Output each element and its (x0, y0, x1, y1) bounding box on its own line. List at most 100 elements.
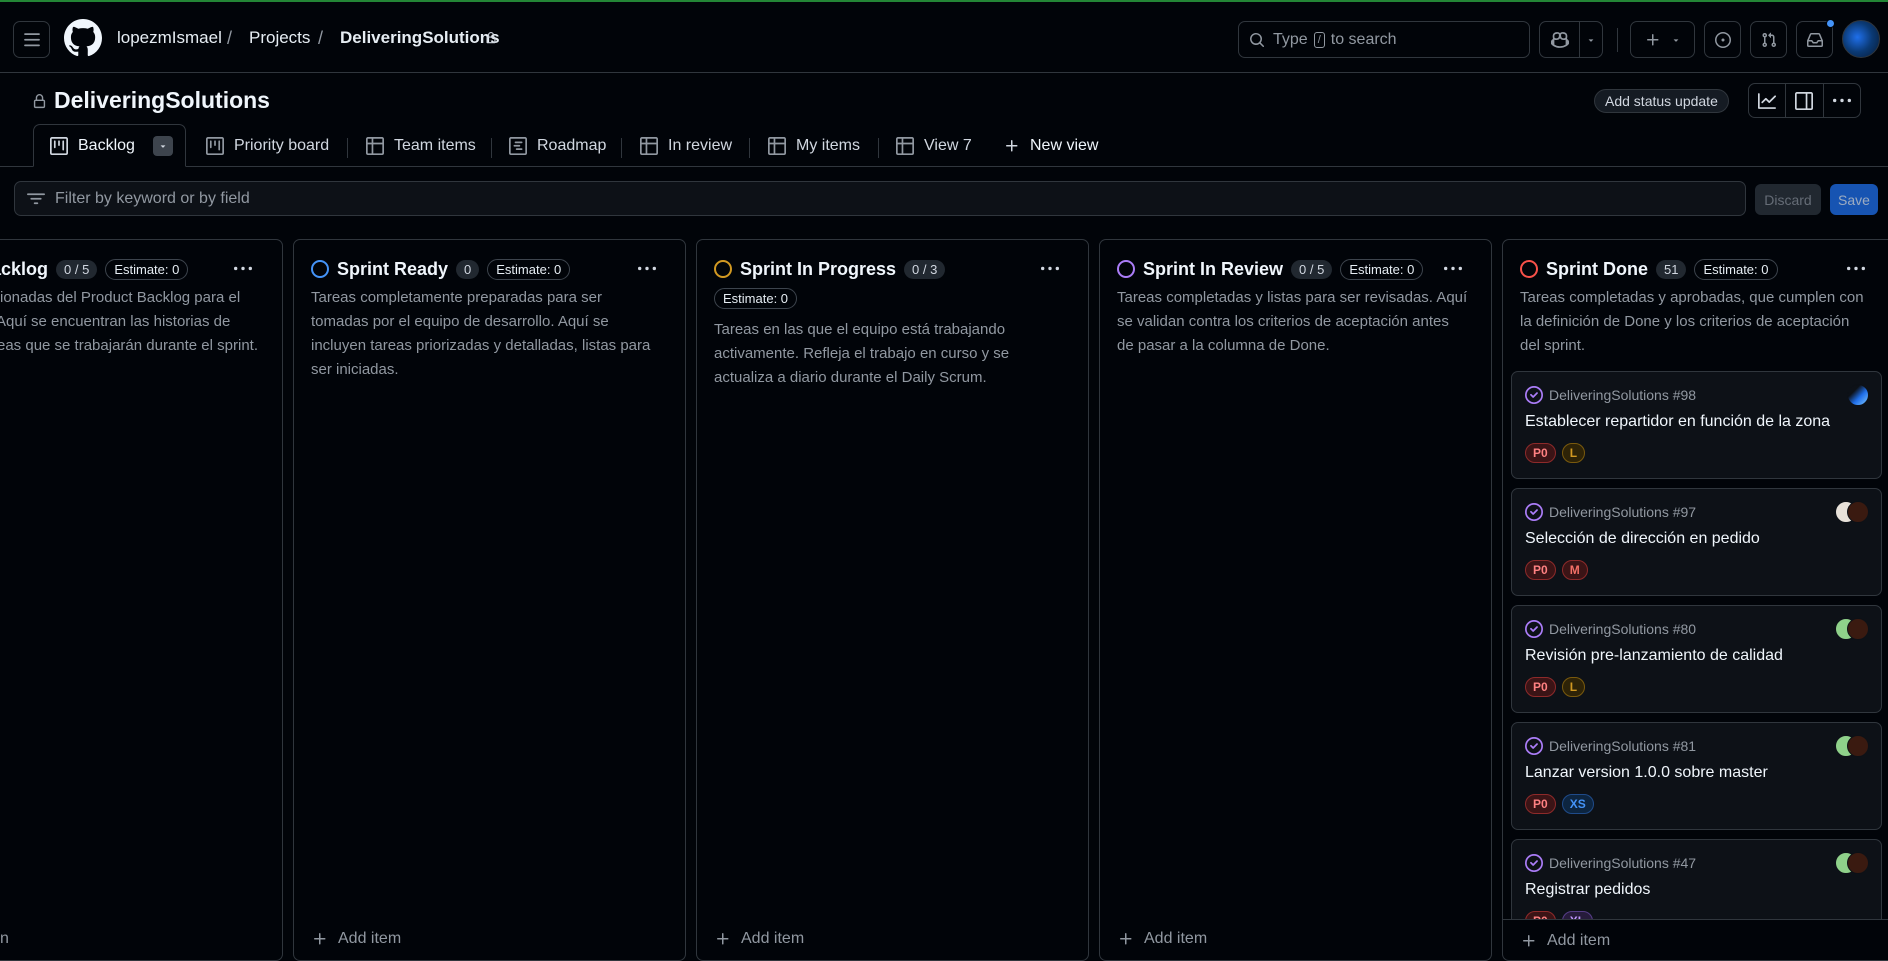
card-labels: P0 L (1525, 677, 1586, 697)
hamburger-menu-button[interactable] (13, 21, 50, 58)
issue-card[interactable]: DeliveringSolutions #81 Lanzar version 1… (1511, 722, 1882, 830)
add-item-button[interactable]: Add item (312, 930, 401, 948)
add-item-label: Add item (1144, 930, 1208, 947)
issue-card[interactable]: DeliveringSolutions #47 Registrar pedido… (1511, 839, 1882, 919)
column-title[interactable]: Sprint Done (1546, 259, 1648, 280)
user-avatar[interactable] (1842, 20, 1880, 58)
assignee-avatar[interactable] (1847, 735, 1869, 757)
board-column-backlog: Backlog 0 / 5 Estimate: 0 ionadas del Pr… (0, 239, 283, 961)
add-item-button[interactable]: n (0, 930, 9, 948)
card-repo-ref[interactable]: DeliveringSolutions #80 (1549, 621, 1696, 637)
create-new-button[interactable] (1630, 21, 1695, 58)
tab-roadmap[interactable]: Roadmap (509, 124, 606, 167)
assignee-avatar[interactable] (1847, 384, 1869, 406)
pull-requests-button[interactable] (1750, 21, 1787, 58)
tab-label: Roadmap (537, 136, 607, 154)
issue-card[interactable]: DeliveringSolutions #80 Revisión pre-lan… (1511, 605, 1882, 713)
breadcrumb-project[interactable]: DeliveringSolutions (340, 28, 500, 48)
column-description: Tareas completadas y aprobadas, que cump… (1520, 286, 1864, 358)
card-repo-ref[interactable]: DeliveringSolutions #97 (1549, 504, 1696, 520)
priority-label[interactable]: P0 (1525, 443, 1556, 463)
tab-team-items[interactable]: Team items (366, 124, 476, 167)
chevron-down-icon[interactable] (1580, 35, 1602, 45)
size-label[interactable]: XS (1561, 794, 1594, 814)
kebab-horizontal-icon (1832, 98, 1851, 102)
global-search-input[interactable]: Type / to search (1238, 21, 1530, 58)
card-repo-ref[interactable]: DeliveringSolutions #47 (1549, 855, 1696, 871)
insights-button[interactable] (1749, 84, 1787, 117)
card-repo-ref[interactable]: DeliveringSolutions #98 (1549, 387, 1696, 403)
board-column-sprint-in-progress: Sprint In Progress 0 / 3 Estimate: 0 Tar… (696, 239, 1089, 961)
assignee-avatar[interactable] (1847, 618, 1869, 640)
column-title[interactable]: Sprint In Review (1143, 259, 1283, 280)
size-label[interactable]: L (1561, 443, 1586, 463)
more-options-button[interactable] (1824, 84, 1860, 117)
card-repo-ref[interactable]: DeliveringSolutions #81 (1549, 738, 1696, 754)
column-menu-button[interactable] (1440, 258, 1466, 280)
issue-card[interactable]: DeliveringSolutions #97 Selección de dir… (1511, 488, 1882, 596)
breadcrumb-projects[interactable]: Projects (249, 28, 310, 48)
new-view-button[interactable]: New view (1004, 124, 1098, 167)
column-title[interactable]: Backlog (0, 259, 48, 280)
tab-my-items[interactable]: My items (768, 124, 860, 167)
search-icon (1250, 32, 1265, 47)
description-line: la definición de Done y los criterios de… (1520, 313, 1850, 330)
priority-label[interactable]: P0 (1525, 911, 1556, 919)
filter-input[interactable]: Filter by keyword or by field (14, 181, 1746, 216)
issues-button[interactable] (1704, 21, 1741, 58)
column-count: 51 (1656, 259, 1687, 279)
table-icon (768, 136, 786, 155)
project-title[interactable]: DeliveringSolutions (54, 87, 270, 114)
copilot-button[interactable] (1539, 21, 1603, 58)
tab-in-review[interactable]: In review (640, 124, 732, 167)
save-button[interactable]: Save (1830, 184, 1878, 215)
table-icon (640, 136, 658, 155)
column-menu-button[interactable] (1843, 258, 1869, 280)
assignee-avatars (1835, 501, 1869, 523)
chevron-down-icon (160, 144, 166, 148)
tab-options-dropdown[interactable] (152, 135, 173, 156)
copilot-icon (1550, 31, 1569, 48)
issue-card[interactable]: DeliveringSolutions #98 Establecer repar… (1511, 371, 1882, 479)
priority-label[interactable]: P0 (1525, 677, 1556, 697)
card-title[interactable]: Registrar pedidos (1525, 881, 1650, 899)
breadcrumb-owner[interactable]: lopezmIsmael (117, 28, 222, 48)
priority-label[interactable]: P0 (1525, 794, 1556, 814)
add-item-button[interactable]: Add item (1521, 932, 1610, 950)
issue-closed-icon (1525, 386, 1543, 404)
tab-backlog[interactable]: Backlog (33, 124, 186, 167)
column-title[interactable]: Sprint Ready (337, 259, 448, 280)
side-panel-button[interactable] (1786, 84, 1824, 117)
tab-divider (621, 138, 622, 158)
add-item-button[interactable]: Add item (1118, 930, 1207, 948)
column-description: Tareas completamente preparadas para ser… (311, 286, 650, 382)
card-title[interactable]: Revisión pre-lanzamiento de calidad (1525, 647, 1783, 665)
size-label[interactable]: L (1561, 677, 1586, 697)
size-label[interactable]: M (1561, 560, 1588, 580)
filter-placeholder: Filter by keyword or by field (55, 189, 250, 207)
column-menu-button[interactable] (230, 258, 256, 280)
column-menu-button[interactable] (1037, 258, 1063, 280)
priority-label[interactable]: P0 (1525, 560, 1556, 580)
description-line: Aquí se encuentran las historias de (0, 313, 231, 330)
status-circle-icon (311, 260, 329, 278)
column-title[interactable]: Sprint In Progress (740, 259, 896, 280)
board-column-sprint-in-review: Sprint In Review 0 / 5 Estimate: 0 Tarea… (1099, 239, 1492, 961)
add-item-button[interactable]: Add item (715, 930, 804, 948)
github-logo-icon[interactable] (64, 19, 102, 57)
notification-dot (1826, 19, 1835, 28)
size-label[interactable]: XL (1561, 911, 1594, 919)
card-title[interactable]: Lanzar version 1.0.0 sobre master (1525, 764, 1768, 782)
card-title[interactable]: Selección de dirección en pedido (1525, 530, 1760, 548)
column-menu-button[interactable] (634, 258, 660, 280)
assignee-avatar[interactable] (1847, 501, 1869, 523)
tab-priority-board[interactable]: Priority board (206, 124, 329, 167)
add-status-update-button[interactable]: Add status update (1594, 89, 1729, 113)
column-estimate: Estimate: 0 (105, 258, 189, 280)
card-title[interactable]: Establecer repartidor en función de la z… (1525, 413, 1830, 431)
description-line: incluyen tareas priorizadas y detalladas… (311, 337, 651, 354)
tab-view-7[interactable]: View 7 (896, 124, 972, 167)
assignee-avatar[interactable] (1847, 852, 1869, 874)
discard-button[interactable]: Discard (1755, 184, 1821, 215)
inbox-button[interactable] (1796, 19, 1835, 58)
